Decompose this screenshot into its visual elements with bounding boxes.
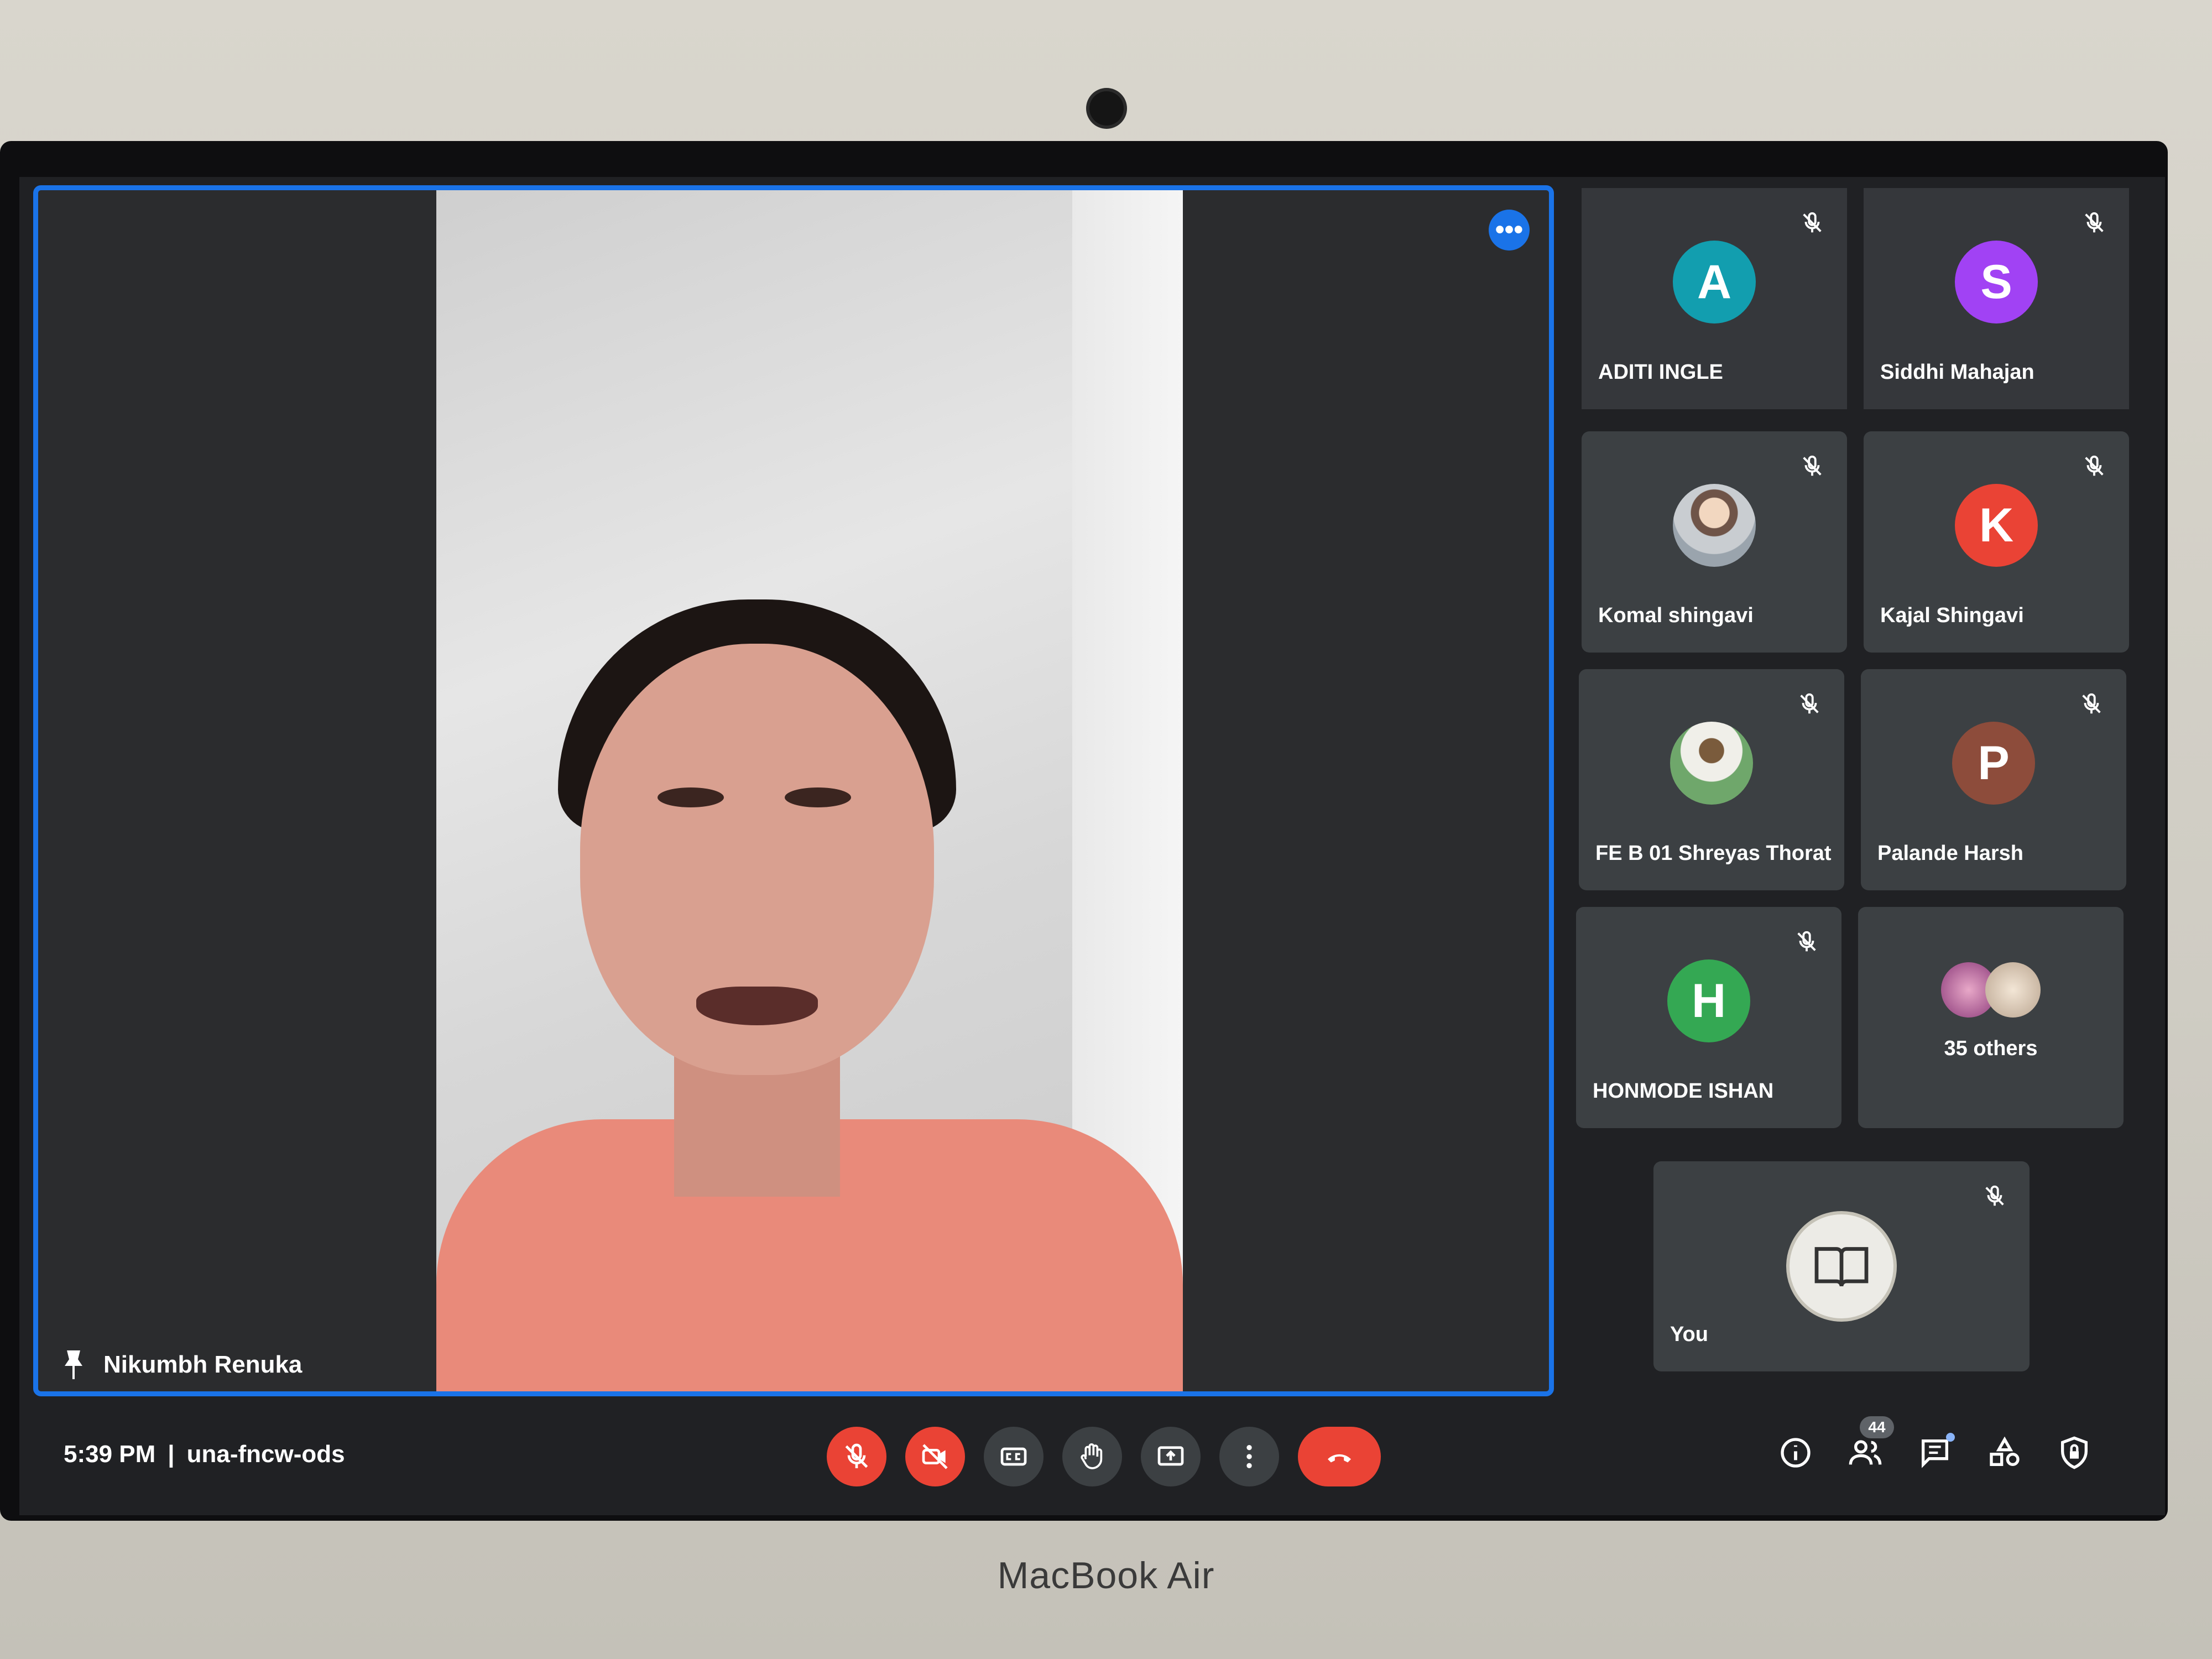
main-speaker-stage: ••• Nikumbh Renuka (33, 185, 1554, 1396)
people-icon (1849, 1440, 1882, 1465)
host-controls-button[interactable] (2057, 1435, 2092, 1470)
self-tile[interactable]: You (1653, 1161, 2030, 1371)
more-options-button[interactable] (1219, 1427, 1279, 1486)
mic-off-icon (845, 1443, 868, 1468)
participant-tile[interactable]: S Siddhi Mahajan (1864, 188, 2129, 409)
more-options-button[interactable]: ••• (1489, 210, 1530, 251)
meeting-details-button[interactable] (1778, 1435, 1813, 1470)
participant-count-badge: 44 (1860, 1416, 1894, 1438)
device-brand-label: MacBook Air (997, 1554, 1215, 1597)
participant-name: Palande Harsh (1877, 842, 2023, 865)
others-count-label: 35 others (1944, 1037, 2038, 1060)
participant-name: HONMODE ISHAN (1593, 1079, 1774, 1103)
info-icon (1781, 1438, 1811, 1468)
present-screen-icon (1157, 1446, 1184, 1466)
speaker-name-tag: Nikumbh Renuka (60, 1348, 302, 1381)
participant-name: You (1670, 1323, 1708, 1346)
mic-off-icon (1803, 212, 1822, 233)
pin-icon[interactable] (60, 1348, 87, 1381)
participant-name: Siddhi Mahajan (1880, 361, 2034, 384)
participant-name: FE B 01 Shreyas Thorat (1595, 842, 1832, 865)
participant-name: Kajal Shingavi (1880, 604, 2024, 627)
participant-name: Komal shingavi (1598, 604, 1754, 627)
call-controls (827, 1427, 1381, 1486)
mic-off-icon (1985, 1185, 2004, 1206)
speaker-video (436, 190, 1183, 1391)
mic-off-icon (2082, 693, 2101, 714)
avatar (1985, 962, 2041, 1018)
avatar: S (1955, 241, 2038, 324)
participant-tile[interactable]: K Kajal Shingavi (1864, 431, 2129, 653)
mic-off-icon (1803, 455, 1822, 476)
meeting-toolbar: 5:39 PM | una-fncw-ods 44 (19, 1402, 2165, 1515)
captions-button[interactable] (984, 1427, 1044, 1486)
camera-toggle-button[interactable] (905, 1427, 965, 1486)
captions-icon (1000, 1447, 1027, 1466)
participant-name: ADITI INGLE (1598, 361, 1723, 384)
avatar: K (1955, 484, 2038, 567)
mic-off-icon (2085, 455, 2104, 476)
unread-indicator (1946, 1433, 1955, 1442)
chat-button[interactable] (1917, 1433, 1955, 1470)
avatar: H (1667, 959, 1750, 1042)
side-panel-controls: 44 (1778, 1416, 2092, 1470)
activities-icon (1990, 1436, 2020, 1466)
mic-off-icon (1797, 931, 1816, 952)
leave-call-button[interactable] (1298, 1427, 1381, 1486)
mic-off-icon (1800, 693, 1819, 714)
speaker-name: Nikumbh Renuka (103, 1351, 302, 1378)
mic-off-icon (2085, 212, 2104, 233)
participant-tile[interactable]: Komal shingavi (1582, 431, 1847, 653)
others-tile[interactable]: 35 others (1858, 907, 2124, 1128)
participant-tile[interactable]: P Palande Harsh (1861, 669, 2126, 890)
self-avatar (1786, 1211, 1897, 1322)
meeting-code: una-fncw-ods (186, 1441, 345, 1468)
present-screen-button[interactable] (1141, 1427, 1201, 1486)
more-options-icon (1246, 1445, 1252, 1468)
camera-off-icon (922, 1444, 948, 1469)
divider: | (168, 1441, 175, 1468)
shield-lock-icon (2061, 1436, 2088, 1469)
meeting-details: 5:39 PM | una-fncw-ods (64, 1441, 345, 1468)
meet-window: ••• Nikumbh Renuka A ADITI INGLE S Siddh… (19, 177, 2165, 1515)
participant-tile[interactable]: H HONMODE ISHAN (1576, 907, 1841, 1128)
webcam (1089, 91, 1124, 126)
end-call-icon (1328, 1454, 1351, 1463)
avatar: P (1952, 722, 2035, 805)
people-button[interactable]: 44 (1848, 1416, 1894, 1470)
avatar (1670, 722, 1753, 805)
activities-button[interactable] (1987, 1435, 2022, 1470)
microphone-toggle-button[interactable] (827, 1427, 886, 1486)
raise-hand-icon (1081, 1443, 1103, 1469)
avatar (1673, 484, 1756, 567)
raise-hand-button[interactable] (1062, 1427, 1122, 1486)
meeting-time: 5:39 PM (64, 1441, 156, 1468)
book-icon (1814, 1247, 1869, 1287)
avatar: A (1673, 241, 1756, 324)
participant-tile[interactable]: A ADITI INGLE (1582, 188, 1847, 409)
participant-tile[interactable]: FE B 01 Shreyas Thorat (1579, 669, 1844, 890)
